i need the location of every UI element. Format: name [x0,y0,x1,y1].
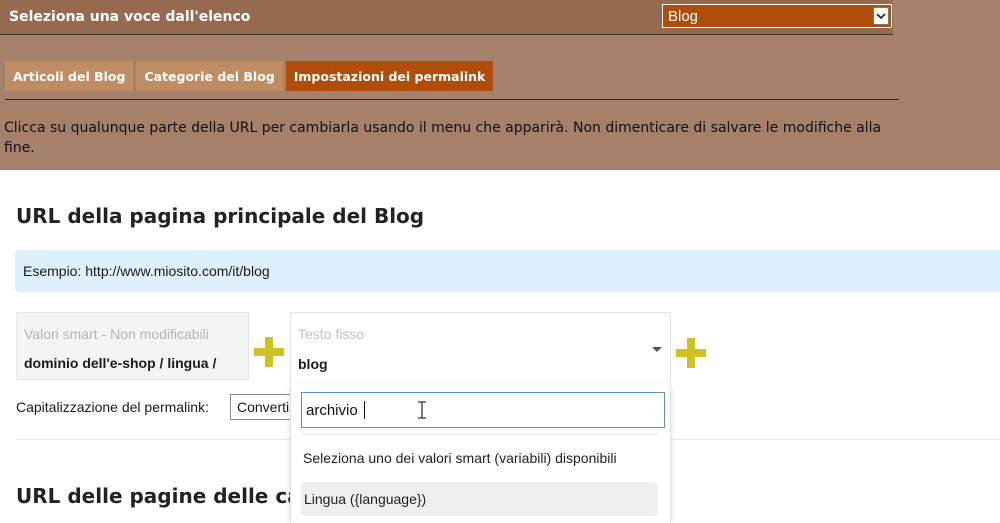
dropdown-search-value: archivio [306,402,358,419]
top-panel: Seleziona una voce dall'elenco Blog Arti… [0,0,1000,170]
fixed-text-label: Testo fisso [298,326,365,342]
content-area: URL della pagina principale del Blog Ese… [0,170,1000,523]
plus-icon[interactable] [676,338,706,368]
fixed-text-dropdown: archivio Seleziona uno dei valori smart … [290,384,671,523]
dropdown-option-label: Lingua ({language}) [304,491,427,507]
smart-values-box: Valori smart - Non modificabili dominio … [16,312,249,380]
item-selector-bar: Seleziona una voce dall'elenco Blog [0,0,893,35]
capitalization-select-value: Converti [237,399,290,415]
capitalization-label: Capitalizzazione del permalink: [16,399,209,415]
chevron-down-icon[interactable] [873,7,889,25]
section-title: URL della pagina principale del Blog [16,204,425,228]
selector-title: Seleziona una voce dall'elenco [9,9,251,25]
item-select[interactable]: Blog [662,4,892,28]
example-box: Esempio: http://www.miosito.com/it/blog [15,250,1000,292]
plus-icon[interactable] [254,337,284,367]
tab-permalink-settings[interactable]: Impostazioni dei permalink [285,61,494,91]
tab-bar: Articoli del Blog Categorie del Blog Imp… [5,61,494,91]
fixed-text-segment[interactable]: Testo fisso blog [290,312,671,386]
item-select-value: Blog [668,8,699,25]
dropdown-separator [301,434,659,435]
smart-values-label: Valori smart - Non modificabili [24,326,209,342]
section2-title: URL delle pagine delle ca [16,484,301,508]
caret-down-icon[interactable] [652,347,662,352]
i-beam-cursor-icon [418,401,426,419]
smart-values-value: dominio dell'e-shop / lingua / [24,355,217,371]
tab-blog-articles[interactable]: Articoli del Blog [5,61,134,91]
instruction-text: Clicca su qualunque parte della URL per … [4,120,882,156]
text-caret [364,401,365,419]
dropdown-search-input[interactable]: archivio [301,392,665,428]
tab-blog-categories[interactable]: Categorie del Blog [136,61,283,91]
fixed-text-value: blog [298,356,328,372]
tabs-divider [5,99,899,100]
dropdown-group-label: Seleziona uno dei valori smart (variabil… [303,450,617,466]
example-url: Esempio: http://www.miosito.com/it/blog [23,263,270,279]
dropdown-option-language[interactable]: Lingua ({language}) [301,482,658,516]
